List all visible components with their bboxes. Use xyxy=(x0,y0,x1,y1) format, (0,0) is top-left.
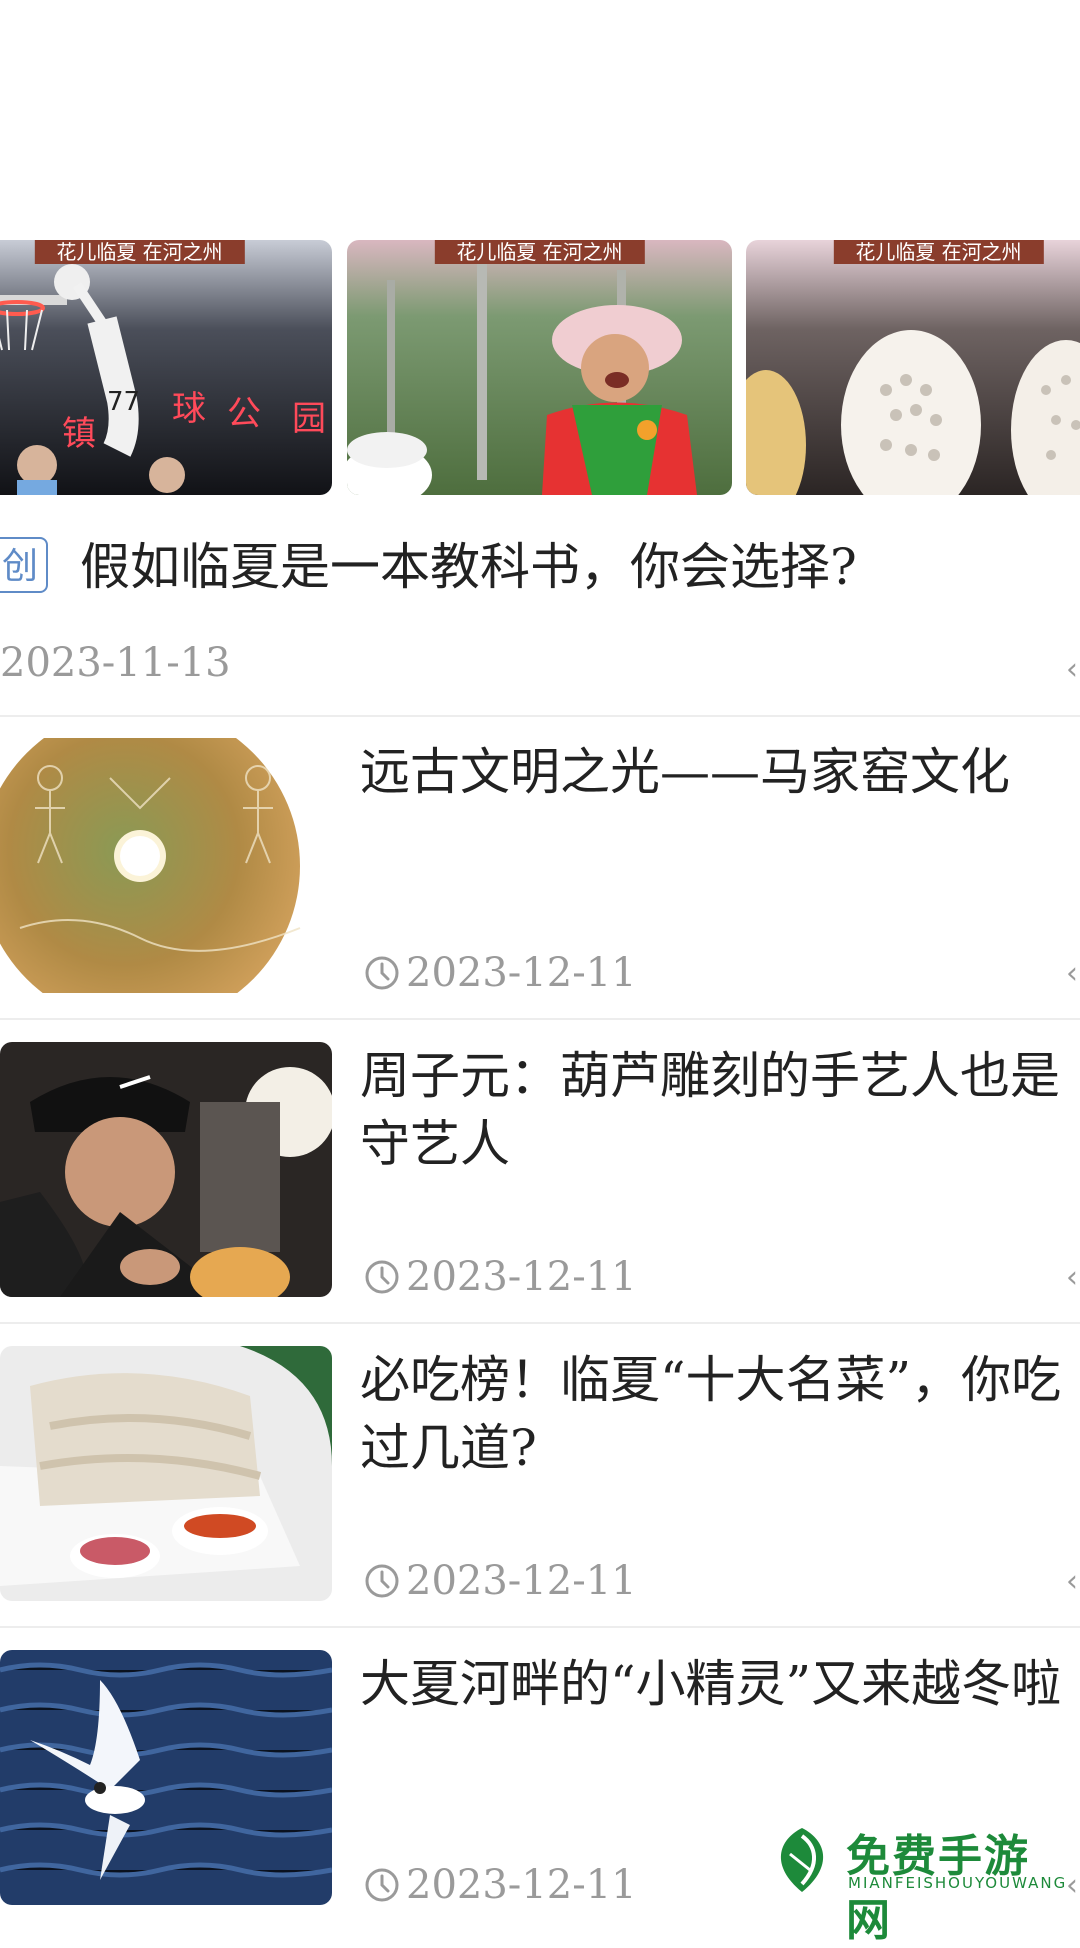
news-title[interactable]: 远古文明之光——马家窑文化 xyxy=(360,738,1080,806)
news-title[interactable]: 周子元：葫芦雕刻的手艺人也是守艺人 xyxy=(360,1042,1080,1182)
news-meta: 2023-12-11 xyxy=(364,1254,637,1300)
photo-gallery: 77 镇 球 公 园 花儿临夏 在河之州 花儿临夏 在河之州 花儿临夏 在河之州 xyxy=(0,240,1080,495)
news-thumbnail xyxy=(0,1346,332,1601)
news-item-gallery[interactable]: 77 镇 球 公 园 花儿临夏 在河之州 花儿临夏 在河之州 花儿临夏 在河之州… xyxy=(0,0,1080,715)
divider xyxy=(0,715,1080,717)
site-watermark: 免费手游网 MIANFEISHOUYOUWANG xyxy=(766,1808,1068,1946)
news-meta: 2023-12-11 xyxy=(364,950,637,996)
photo-text: 镇 xyxy=(62,414,96,454)
news-date: 2023-12-11 xyxy=(406,1558,637,1604)
clock-icon xyxy=(365,956,399,990)
leaf-logo-icon xyxy=(780,1828,824,1892)
news-thumbnail xyxy=(0,738,332,993)
gallery-banner: 花儿临夏 在河之州 xyxy=(34,240,245,264)
divider xyxy=(0,1018,1080,1020)
news-feed: 2023-11-19 ‹ xyxy=(0,0,1080,1946)
original-tag: 创 xyxy=(0,537,48,593)
photo-text: 球 xyxy=(172,389,206,429)
gallery-photo: 花儿临夏 在河之州 xyxy=(347,240,732,495)
news-item[interactable]: 周子元：葫芦雕刻的手艺人也是守艺人 2023-12-11 ‹ xyxy=(0,1042,1080,1322)
clock-icon xyxy=(365,1260,399,1294)
news-thumbnail xyxy=(0,1042,332,1297)
news-date: 2023-12-11 xyxy=(406,950,637,996)
news-date: 2023-12-11 xyxy=(406,1254,637,1300)
divider xyxy=(0,1322,1080,1324)
share-arrow-icon[interactable]: ‹ xyxy=(1066,956,1080,991)
gallery-banner: 花儿临夏 在河之州 xyxy=(833,240,1044,264)
news-title[interactable]: 大夏河畔的“小精灵”又来越冬啦 xyxy=(360,1650,1080,1718)
news-title[interactable]: 假如临夏是一本教科书，你会选择? xyxy=(80,533,857,601)
share-arrow-icon[interactable]: ‹ xyxy=(1066,1564,1080,1599)
news-thumbnail xyxy=(0,1650,332,1905)
gallery-banner: 花儿临夏 在河之州 xyxy=(434,240,645,264)
photo-text: 公 xyxy=(227,394,261,434)
news-date: 2023-12-11 xyxy=(406,1862,637,1908)
share-arrow-icon[interactable]: ‹ xyxy=(1066,652,1080,687)
news-title[interactable]: 必吃榜！临夏“十大名菜”，你吃过几道? xyxy=(360,1346,1080,1486)
news-item[interactable]: 必吃榜！临夏“十大名菜”，你吃过几道? 2023-12-11 ‹ xyxy=(0,1346,1080,1626)
clock-icon xyxy=(365,1564,399,1598)
gallery-photo: 花儿临夏 在河之州 xyxy=(746,240,1080,495)
news-meta: 2023-12-11 xyxy=(364,1862,637,1908)
svg-text:77: 77 xyxy=(107,387,140,417)
photo-text: 园 xyxy=(292,399,326,439)
gallery-photo: 77 镇 球 公 园 花儿临夏 在河之州 xyxy=(0,240,332,495)
share-arrow-icon[interactable]: ‹ xyxy=(1066,1868,1080,1903)
news-date: 2023-11-13 xyxy=(0,640,231,686)
share-arrow-icon[interactable]: ‹ xyxy=(1066,1260,1080,1295)
clock-icon xyxy=(365,1868,399,1902)
watermark-subtitle: MIANFEISHOUYOUWANG xyxy=(848,1874,1068,1892)
news-meta: 2023-12-11 xyxy=(364,1558,637,1604)
divider xyxy=(0,1626,1080,1628)
news-item[interactable]: 远古文明之光——马家窑文化 2023-12-11 ‹ xyxy=(0,738,1080,1018)
